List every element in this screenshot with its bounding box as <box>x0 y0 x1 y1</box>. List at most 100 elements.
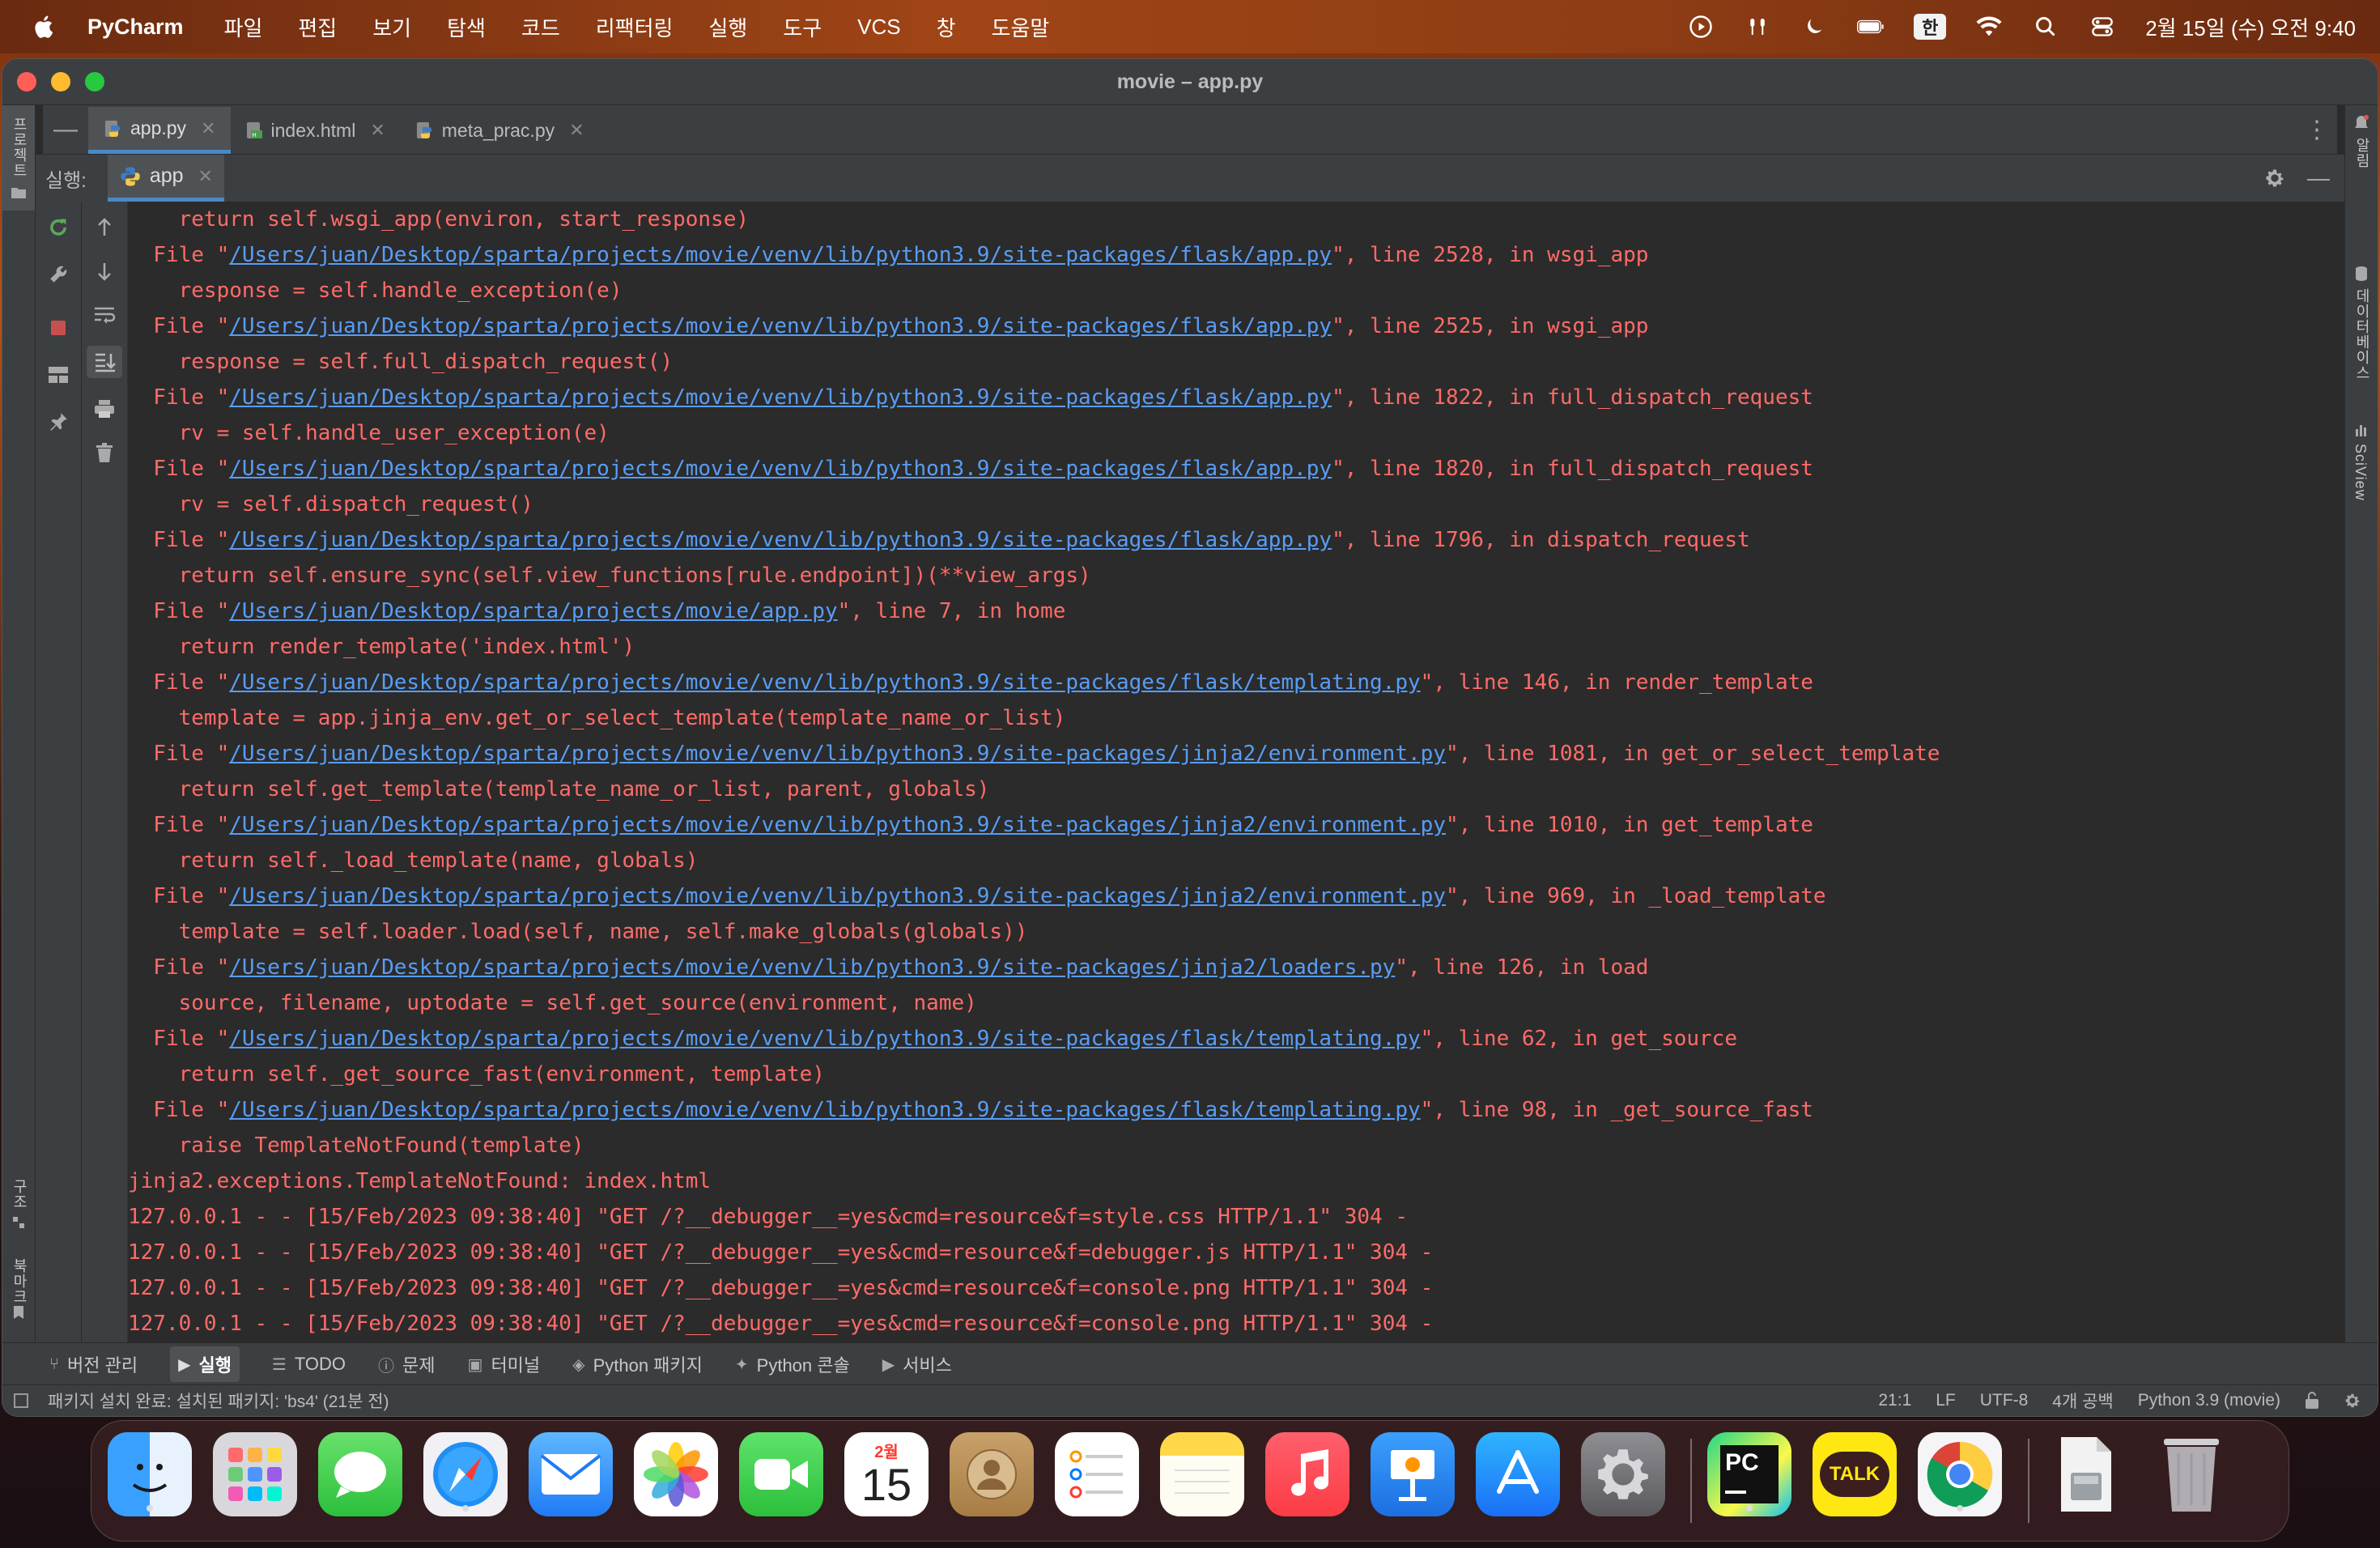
traceback-file-link[interactable]: /Users/juan/Desktop/sparta/projects/movi… <box>229 528 1332 552</box>
file-encoding[interactable]: UTF-8 <box>1980 1391 2029 1410</box>
status-message[interactable]: 패키지 설치 완료: 설치된 패키지: 'bs4' (21분 전) <box>48 1389 389 1413</box>
notes-icon[interactable] <box>1160 1432 1244 1516</box>
safari-icon[interactable] <box>423 1432 508 1516</box>
close-run-tab-icon[interactable]: ✕ <box>198 166 213 187</box>
layout-icon[interactable] <box>45 362 71 388</box>
control-center-icon[interactable] <box>2089 15 2116 39</box>
menu-help[interactable]: 도움말 <box>992 12 1050 42</box>
keynote-icon[interactable] <box>1371 1432 1455 1516</box>
caret-position[interactable]: 21:1 <box>1878 1391 1911 1410</box>
tab-todo[interactable]: ☰ TODO <box>272 1354 346 1375</box>
mail-icon[interactable] <box>529 1432 613 1516</box>
traceback-file-link[interactable]: /Users/juan/Desktop/sparta/projects/movi… <box>229 1027 1420 1051</box>
scroll-to-end-icon[interactable] <box>87 346 122 378</box>
chrome-icon[interactable] <box>1918 1432 2002 1516</box>
tab-index-html[interactable]: H index.html ✕ <box>231 107 400 154</box>
downloads-stack-icon[interactable] <box>2044 1432 2128 1516</box>
tab-version-control[interactable]: ⑂ 버전 관리 <box>49 1351 138 1377</box>
tab-run[interactable]: ▶ 실행 <box>170 1346 240 1382</box>
messages-icon[interactable] <box>318 1432 402 1516</box>
calendar-icon[interactable]: 2월 15 <box>844 1432 929 1516</box>
arrow-down-icon[interactable] <box>91 258 117 284</box>
music-icon[interactable] <box>1265 1432 1349 1516</box>
tab-python-packages[interactable]: ◈ Python 패키지 <box>572 1351 703 1377</box>
tab-python-console[interactable]: ✦ Python 콘솔 <box>735 1351 850 1377</box>
trash-icon[interactable] <box>91 440 117 466</box>
menu-navigate[interactable]: 탐색 <box>447 12 486 42</box>
system-settings-icon[interactable] <box>1581 1432 1665 1516</box>
input-method-indicator[interactable]: 한 <box>1914 14 1947 40</box>
line-separator[interactable]: LF <box>1936 1391 1956 1410</box>
traceback-file-link[interactable]: /Users/juan/Desktop/sparta/projects/movi… <box>229 955 1395 980</box>
pycharm-icon[interactable]: PC <box>1707 1432 1791 1516</box>
bookmarks-stripe-button[interactable]: 북마크 <box>2 1255 35 1328</box>
menu-vcs[interactable]: VCS <box>857 15 900 40</box>
notifications-stripe-button[interactable]: 알림 <box>2345 113 2378 202</box>
settings-gear-icon[interactable] <box>2344 1392 2361 1410</box>
tab-app-py[interactable]: app.py ✕ <box>88 107 231 154</box>
finder-icon[interactable] <box>108 1432 192 1516</box>
structure-stripe-button[interactable]: 구조 <box>2 1176 35 1240</box>
reminders-icon[interactable] <box>1055 1432 1139 1516</box>
gear-icon[interactable] <box>2263 167 2286 189</box>
close-tab-icon[interactable]: ✕ <box>201 118 215 139</box>
more-tabs-icon[interactable]: ⋮ <box>2305 105 2329 154</box>
facetime-icon[interactable] <box>739 1432 823 1516</box>
tab-meta-prac-py[interactable]: meta_prac.py ✕ <box>400 107 599 154</box>
traceback-file-link[interactable]: /Users/juan/Desktop/sparta/projects/movi… <box>229 813 1446 837</box>
launchpad-icon[interactable] <box>213 1432 297 1516</box>
apple-icon[interactable] <box>31 13 58 40</box>
trash-can-icon[interactable] <box>2149 1432 2233 1516</box>
play-circle-icon[interactable] <box>1687 15 1715 39</box>
menu-run[interactable]: 실행 <box>708 12 747 42</box>
search-icon[interactable] <box>2032 15 2059 39</box>
indent-setting[interactable]: 4개 공백 <box>2052 1389 2113 1413</box>
menu-refactor[interactable]: 리팩터링 <box>596 12 674 42</box>
kakaotalk-icon[interactable]: TALK <box>1813 1432 1897 1516</box>
unlock-icon[interactable] <box>2305 1392 2319 1410</box>
close-tab-icon[interactable]: ✕ <box>370 120 385 141</box>
soft-wrap-icon[interactable] <box>91 302 117 328</box>
sciview-stripe-button[interactable]: SciView <box>2345 423 2378 585</box>
traceback-file-link[interactable]: /Users/juan/Desktop/sparta/projects/movi… <box>229 599 837 623</box>
menubar-clock[interactable]: 2월 15일 (수) 오전 9:40 <box>2145 12 2356 42</box>
stop-icon[interactable] <box>45 315 71 341</box>
photos-icon[interactable] <box>634 1432 718 1516</box>
hide-panel-icon[interactable]: — <box>2307 165 2330 191</box>
traceback-file-link[interactable]: /Users/juan/Desktop/sparta/projects/movi… <box>229 314 1332 338</box>
traceback-file-link[interactable]: /Users/juan/Desktop/sparta/projects/movi… <box>229 385 1332 410</box>
wifi-icon[interactable] <box>1975 15 2003 39</box>
run-config-tab[interactable]: app ✕ <box>107 155 224 202</box>
menu-view[interactable]: 보기 <box>372 12 411 42</box>
menu-window[interactable]: 창 <box>937 12 956 42</box>
project-stripe-button[interactable]: 프로젝트 <box>2 105 35 211</box>
traceback-file-link[interactable]: /Users/juan/Desktop/sparta/projects/movi… <box>229 884 1446 908</box>
airpods-icon[interactable] <box>1744 15 1771 39</box>
traceback-file-link[interactable]: /Users/juan/Desktop/sparta/projects/movi… <box>229 742 1446 766</box>
database-stripe-button[interactable]: 데이터베이스 <box>2345 266 2378 427</box>
close-tab-icon[interactable]: ✕ <box>569 120 584 141</box>
tab-terminal[interactable]: ▣ 터미널 <box>468 1351 541 1377</box>
tab-problems[interactable]: ⓘ 문제 <box>378 1351 435 1377</box>
menu-edit[interactable]: 편집 <box>298 12 337 42</box>
toggle-tool-windows-icon[interactable] <box>14 1393 28 1408</box>
app-store-icon[interactable] <box>1476 1432 1560 1516</box>
battery-icon[interactable] <box>1857 15 1885 39</box>
menu-code[interactable]: 코드 <box>521 12 560 42</box>
contacts-icon[interactable] <box>950 1432 1034 1516</box>
menu-file[interactable]: 파일 <box>224 12 263 42</box>
wrench-icon[interactable] <box>45 262 71 287</box>
traceback-file-link[interactable]: /Users/juan/Desktop/sparta/projects/movi… <box>229 1098 1420 1122</box>
hide-editor-button[interactable]: — <box>43 105 88 154</box>
tab-services[interactable]: ▶ 서비스 <box>882 1351 952 1377</box>
app-menu-name[interactable]: PyCharm <box>87 15 184 40</box>
pin-icon[interactable] <box>45 409 71 435</box>
print-icon[interactable] <box>91 396 117 422</box>
traceback-file-link[interactable]: /Users/juan/Desktop/sparta/projects/movi… <box>229 243 1332 267</box>
run-console-output[interactable]: return self.wsgi_app(environ, start_resp… <box>128 202 2344 1343</box>
traceback-file-link[interactable]: /Users/juan/Desktop/sparta/projects/movi… <box>229 670 1420 695</box>
traceback-file-link[interactable]: /Users/juan/Desktop/sparta/projects/movi… <box>229 457 1332 481</box>
rerun-icon[interactable] <box>45 215 71 240</box>
moon-icon[interactable] <box>1800 15 1828 39</box>
python-interpreter[interactable]: Python 3.9 (movie) <box>2138 1391 2280 1410</box>
